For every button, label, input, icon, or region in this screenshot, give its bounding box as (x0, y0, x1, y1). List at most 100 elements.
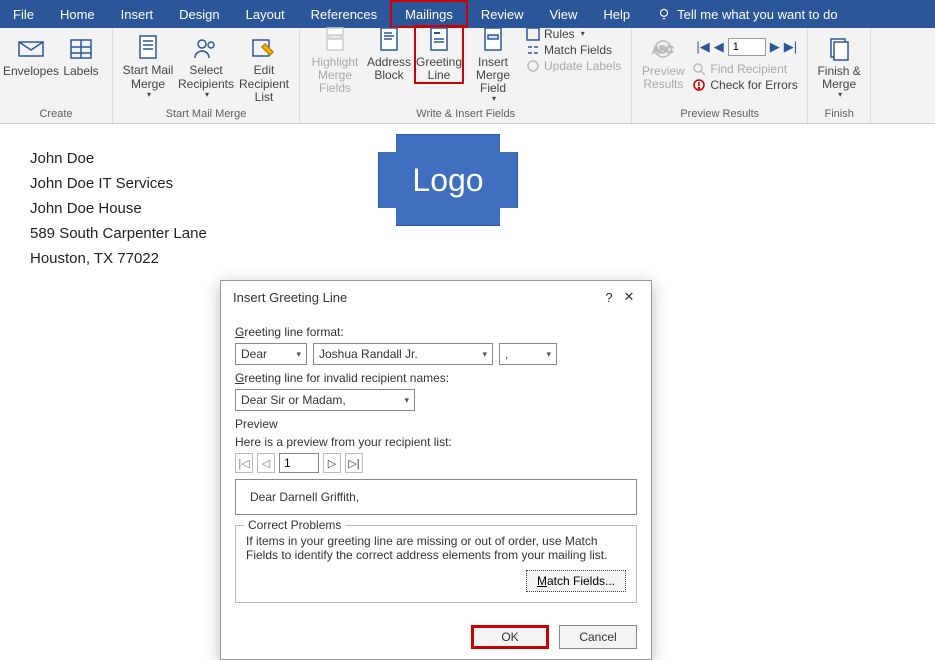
greeting-line-icon (424, 27, 454, 53)
insert-greeting-line-dialog: Insert Greeting Line ? ✕ Greeting line f… (220, 280, 652, 660)
edit-recipient-list-button[interactable]: Edit Recipient List (235, 33, 293, 106)
menu-home[interactable]: Home (47, 0, 108, 28)
envelopes-button[interactable]: Envelopes (6, 34, 56, 80)
highlight-merge-fields-label: Highlight Merge Fields (308, 56, 362, 96)
match-fields-button[interactable]: Match Fields (526, 43, 621, 57)
tell-me-label: Tell me what you want to do (677, 7, 837, 22)
help-icon[interactable]: ? (599, 290, 619, 305)
preview-index-input[interactable] (279, 453, 319, 473)
preview-first-button[interactable]: |◁ (235, 453, 253, 473)
labels-label: Labels (63, 65, 98, 78)
search-icon (692, 62, 706, 76)
ribbon-group-finish: Finish & Merge▾ Finish (808, 28, 871, 123)
prev-record-icon[interactable]: ◀ (714, 39, 724, 55)
dialog-titlebar: Insert Greeting Line ? ✕ (221, 281, 651, 313)
correct-problems-legend: Correct Problems (244, 518, 345, 532)
logo-badge: Logo (378, 134, 518, 226)
punctuation-select[interactable]: ,▾ (499, 343, 557, 365)
name-format-select[interactable]: Joshua Randall Jr. ▾ (313, 343, 493, 365)
ok-button[interactable]: OK (471, 625, 549, 649)
envelopes-label: Envelopes (3, 65, 59, 78)
name-format-value: Joshua Randall Jr. (319, 347, 418, 361)
find-recipient-label: Find Recipient (710, 62, 787, 76)
salutation-value: Dear (241, 347, 267, 361)
chevron-down-icon: ▾ (404, 395, 409, 406)
select-recipients-button[interactable]: Select Recipients▾ (177, 33, 235, 101)
preview-label: Preview (235, 417, 637, 431)
preview-last-button[interactable]: ▷| (345, 453, 363, 473)
greeting-line-button[interactable]: Greeting Line (414, 25, 464, 84)
menu-file[interactable]: File (0, 0, 47, 28)
match-fields-label: Match Fields (544, 43, 612, 57)
update-labels-button[interactable]: Update Labels (526, 59, 621, 73)
chevron-down-icon: ▾ (838, 91, 842, 100)
lightbulb-icon (657, 7, 671, 21)
last-record-icon[interactable]: ▶| (784, 39, 797, 55)
highlight-icon (320, 27, 350, 53)
invalid-label: Greeting line for invalid recipient name… (235, 371, 637, 385)
first-record-icon[interactable]: |◀ (696, 39, 709, 55)
insert-merge-field-button[interactable]: Insert Merge Field▾ (464, 25, 522, 106)
menu-layout[interactable]: Layout (233, 0, 298, 28)
finish-merge-button[interactable]: Finish & Merge▾ (814, 34, 864, 102)
tell-me-search[interactable]: Tell me what you want to do (643, 7, 837, 22)
group-label-write: Write & Insert Fields (416, 106, 515, 123)
group-label-create: Create (39, 106, 72, 123)
chevron-down-icon: ▾ (546, 349, 551, 360)
chevron-down-icon: ▾ (482, 349, 487, 360)
address-line: 589 South Carpenter Lane (30, 225, 915, 242)
chevron-down-icon: ▾ (581, 29, 585, 38)
svg-text:ABC: ABC (653, 45, 674, 56)
labels-icon (66, 36, 96, 62)
menu-insert[interactable]: Insert (108, 0, 167, 28)
preview-results-label: Preview Results (642, 65, 685, 91)
address-block-icon (374, 27, 404, 53)
punctuation-value: , (505, 347, 508, 361)
chevron-down-icon: ▾ (205, 91, 209, 100)
rules-button[interactable]: Rules ▾ (526, 27, 621, 41)
ribbon-group-create: Envelopes Labels Create (0, 28, 113, 123)
chevron-down-icon: ▾ (296, 349, 301, 360)
ribbon-group-start: Start Mail Merge▾ Select Recipients▾ Edi… (113, 28, 300, 123)
rules-label: Rules (544, 27, 575, 41)
find-recipient-button[interactable]: Find Recipient (692, 62, 801, 76)
ribbon-group-write: Highlight Merge Fields Address Block Gre… (300, 28, 632, 123)
address-block-button[interactable]: Address Block (364, 25, 414, 84)
invalid-greeting-select[interactable]: Dear Sir or Madam, ▾ (235, 389, 415, 411)
document-area: John Doe John Doe IT Services John Doe H… (0, 124, 935, 285)
labels-button[interactable]: Labels (56, 34, 106, 80)
rules-icon (526, 27, 540, 41)
people-icon (191, 35, 221, 61)
cancel-button[interactable]: Cancel (559, 625, 637, 649)
group-label-start: Start Mail Merge (166, 106, 247, 123)
record-number-input[interactable] (728, 38, 766, 56)
update-labels-icon (526, 59, 540, 73)
chevron-down-icon: ▾ (147, 91, 151, 100)
match-fields-dialog-button[interactable]: Match Fields... (526, 570, 626, 592)
check-errors-label: Check for Errors (710, 78, 797, 92)
address-line: Houston, TX 77022 (30, 250, 915, 267)
ribbon: Envelopes Labels Create Start Mail Merge… (0, 28, 935, 124)
ribbon-group-preview: ABC Preview Results |◀ ◀ ▶ ▶| Find Recip… (632, 28, 808, 123)
preview-hint: Here is a preview from your recipient li… (235, 435, 637, 449)
preview-results-button[interactable]: ABC Preview Results (638, 34, 688, 93)
start-mail-merge-button[interactable]: Start Mail Merge▾ (119, 33, 177, 101)
next-record-icon[interactable]: ▶ (770, 39, 780, 55)
menu-design[interactable]: Design (166, 0, 232, 28)
check-errors-button[interactable]: Check for Errors (692, 78, 801, 92)
preview-prev-button[interactable]: ◁ (257, 453, 275, 473)
salutation-select[interactable]: Dear ▾ (235, 343, 307, 365)
insert-merge-field-label: Insert Merge Field (466, 56, 520, 96)
match-fields-icon (526, 43, 540, 57)
address-block-label: Address Block (367, 56, 411, 82)
invalid-greeting-value: Dear Sir or Madam, (241, 393, 346, 407)
chevron-down-icon: ▾ (492, 95, 496, 104)
close-icon[interactable]: ✕ (619, 289, 639, 305)
dialog-title: Insert Greeting Line (233, 290, 599, 305)
highlight-merge-fields-button[interactable]: Highlight Merge Fields (306, 25, 364, 98)
group-label-preview: Preview Results (680, 106, 759, 123)
document-icon (133, 35, 163, 61)
preview-next-button[interactable]: ▷ (323, 453, 341, 473)
start-mail-merge-label: Start Mail Merge (123, 64, 174, 90)
envelope-icon (16, 36, 46, 62)
